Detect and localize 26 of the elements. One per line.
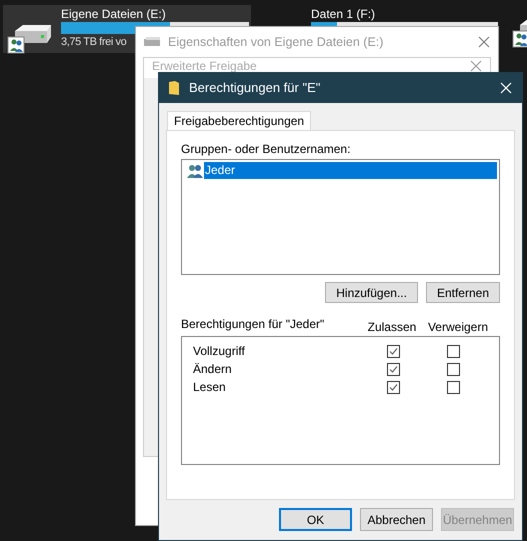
permission-name: Vollzugriff bbox=[192, 343, 246, 360]
groups-label: Gruppen- oder Benutzernamen: bbox=[181, 141, 352, 157]
drive-name: Daten 1 (F:) bbox=[311, 7, 376, 21]
permissions-label: Berechtigungen für "Jeder" bbox=[181, 317, 326, 333]
list-action-button[interactable]: Entfernen bbox=[426, 282, 500, 303]
window-title: Erweiterte Freigabe bbox=[152, 60, 257, 73]
checkbox[interactable] bbox=[386, 380, 400, 394]
checkbox[interactable] bbox=[446, 380, 460, 394]
dialog-button[interactable]: OK bbox=[279, 508, 352, 531]
users-icon bbox=[187, 164, 203, 178]
dialog-button[interactable]: Abbrechen bbox=[360, 508, 433, 531]
checkbox[interactable] bbox=[386, 344, 400, 358]
checkbox[interactable] bbox=[386, 362, 400, 376]
tab[interactable]: Freigabeberechtigungen bbox=[167, 111, 312, 130]
checkbox[interactable] bbox=[446, 344, 460, 358]
column-header: Zulassen bbox=[366, 320, 418, 335]
drive-icon bbox=[144, 37, 160, 47]
drive-free-space: 3,75 TB frei vo bbox=[61, 35, 126, 49]
list-action-button[interactable]: Hinzufügen... bbox=[325, 282, 418, 303]
dialog-title: Berechtigungen für "E" bbox=[189, 79, 320, 98]
drive-name: Eigene Dateien (E:) bbox=[61, 7, 166, 21]
permission-name: Ändern bbox=[192, 361, 233, 378]
checkbox[interactable] bbox=[446, 362, 460, 376]
column-header: Verweigern bbox=[426, 320, 490, 335]
permission-name: Lesen bbox=[192, 379, 227, 396]
folder-icon bbox=[169, 81, 179, 95]
